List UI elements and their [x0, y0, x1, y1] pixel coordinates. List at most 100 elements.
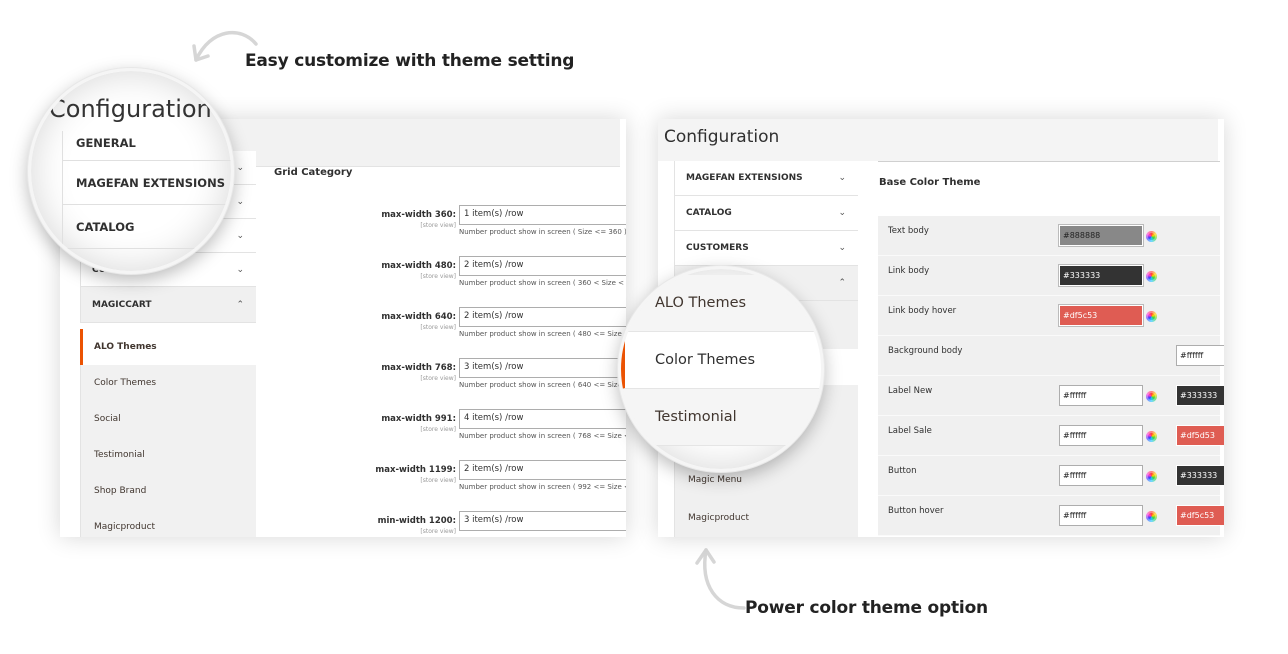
color-value-input[interactable]: #ffffff	[1176, 345, 1224, 366]
scope-label: [store view]	[420, 528, 456, 535]
chevron-up-icon: ⌃	[236, 299, 244, 310]
scope-label: [store view]	[420, 222, 456, 229]
field-note: Number product show in screen ( 480 <= S…	[459, 330, 626, 338]
field-note: Number product show in screen ( 640 <= S…	[459, 381, 626, 389]
color-setting-row: Background body #ffffff	[878, 336, 1224, 376]
nav-group-catalog[interactable]: CATALOG⌄	[674, 196, 858, 231]
chevron-down-icon: ⌄	[838, 173, 846, 183]
color-value-input[interactable]: #ffffff	[1059, 425, 1143, 446]
color-picker-icon[interactable]	[1146, 271, 1157, 282]
nav-item-alo-themes[interactable]: ALO Themes	[80, 329, 256, 365]
color-value-input[interactable]: #333333	[1176, 465, 1224, 486]
field-label: max-width 768:	[381, 363, 456, 373]
field-note: Number product show in screen ( Size <= …	[459, 228, 626, 236]
scope-label: [store view]	[420, 324, 456, 331]
field-note: Number product show in screen ( 768 <= S…	[459, 432, 626, 440]
nav-group-magefan-extensions[interactable]: MAGEFAN EXTENSIONS⌄	[674, 161, 858, 196]
magnified-nav-item-alo-themes: ALO Themes	[621, 275, 821, 332]
color-setting-row: Text body #888888	[878, 216, 1220, 256]
color-picker-icon[interactable]	[1146, 231, 1157, 242]
nav-item-color-themes[interactable]: Color Themes	[80, 365, 256, 401]
color-picker-icon[interactable]	[1146, 471, 1157, 482]
nav-item-magicproduct[interactable]: Magicproduct	[675, 499, 858, 537]
nav-item-testimonial[interactable]: Testimonial	[80, 437, 256, 473]
color-value-input[interactable]: #df5c53	[1176, 505, 1224, 526]
nav-item-shop-brand[interactable]: Shop Brand	[80, 473, 256, 509]
color-value-input[interactable]: #333333	[1176, 385, 1224, 406]
items-per-row-select[interactable]: 2 item(s) /row	[459, 256, 626, 276]
items-per-row-select[interactable]: 3 item(s) /row	[459, 358, 626, 378]
grid-row: max-width 640: [store view] 2 item(s) /r…	[274, 307, 626, 352]
color-setting-label: Text body	[888, 226, 929, 236]
scope-label: [store view]	[420, 477, 456, 484]
chevron-down-icon: ⌄	[236, 264, 244, 275]
nav-item-social[interactable]: Social	[80, 401, 256, 437]
color-picker-icon[interactable]	[1146, 431, 1157, 442]
color-settings-table: Text body #888888 Link body #333333 Link bod…	[878, 216, 1224, 536]
items-per-row-select[interactable]: 4 item(s) /row	[459, 409, 626, 429]
color-picker-icon[interactable]	[1146, 511, 1157, 522]
color-setting-row: Link body #333333	[878, 256, 1220, 296]
magnified-page-title: Configuration	[49, 95, 212, 123]
color-setting-row: Button #ffffff #333333	[878, 456, 1224, 496]
color-value-input[interactable]: #df5c53	[1059, 305, 1143, 326]
color-picker-icon[interactable]	[1146, 391, 1157, 402]
page-title: Configuration	[664, 127, 780, 147]
color-value-input[interactable]: #888888	[1059, 225, 1143, 246]
color-value-input[interactable]: #df5d53	[1176, 425, 1224, 446]
grid-row: max-width 360: [store view] 1 item(s) /r…	[274, 205, 626, 250]
feature-caption-bottom: Power color theme option	[745, 598, 988, 618]
color-value-input[interactable]: #ffffff	[1059, 505, 1143, 526]
chevron-down-icon: ⌄	[236, 162, 244, 173]
field-note: Number product show in screen ( 360 < Si…	[459, 279, 625, 287]
color-picker-icon[interactable]	[1146, 311, 1157, 322]
feature-caption-top: Easy customize with theme setting	[245, 51, 575, 71]
items-per-row-select[interactable]: 1 item(s) /row	[459, 205, 626, 225]
color-setting-row: Button hover #ffffff #df5c53	[878, 496, 1224, 536]
color-setting-row: Label New #ffffff #333333	[878, 376, 1224, 416]
color-setting-row: Label Sale #ffffff #df5d53	[878, 416, 1224, 456]
magnified-sidebar: ALO Themes Color Themes Testimonial	[621, 275, 821, 446]
page-header: Configuration	[658, 119, 1218, 161]
chevron-down-icon: ⌄	[236, 230, 244, 241]
items-per-row-select[interactable]: 2 item(s) /row	[459, 460, 626, 480]
field-label: min-width 1200:	[377, 516, 456, 526]
color-value-input[interactable]: #333333	[1059, 265, 1143, 286]
nav-item-magicproduct[interactable]: Magicproduct	[80, 509, 256, 537]
magnified-nav-group-general: GENERAL	[62, 131, 231, 161]
field-label: max-width 360:	[381, 210, 456, 220]
color-setting-label: Label Sale	[888, 426, 932, 436]
divider	[878, 161, 1220, 162]
chevron-down-icon: ⌄	[838, 208, 846, 218]
field-label: max-width 640:	[381, 312, 456, 322]
field-label: max-width 1199:	[375, 465, 456, 475]
scope-label: [store view]	[420, 375, 456, 382]
magnifier-config-nav: Configuration GENERAL MAGEFAN EXTENSIONS…	[28, 68, 234, 274]
color-setting-label: Link body	[888, 266, 930, 276]
items-per-row-select[interactable]: 3 item(s) /row	[459, 511, 626, 531]
scope-label: [store view]	[420, 273, 456, 280]
magnified-nav-group-magefan-extensions: MAGEFAN EXTENSIONS	[62, 161, 231, 205]
grid-row: max-width 768: [store view] 3 item(s) /r…	[274, 358, 626, 403]
color-setting-label: Label New	[888, 386, 933, 396]
section-title: Grid Category	[274, 167, 353, 178]
magnified-nav-group-catalog: CATALOG	[62, 205, 231, 249]
magnified-sidebar: GENERAL MAGEFAN EXTENSIONS CATALOG	[62, 131, 231, 249]
color-value-input[interactable]: #ffffff	[1059, 465, 1143, 486]
scope-label: [store view]	[420, 426, 456, 433]
nav-group-customers[interactable]: CUSTOMERS⌄	[674, 231, 858, 266]
grid-row: max-width 1199: [store view] 2 item(s) /…	[274, 460, 626, 505]
grid-row: min-width 1200: [store view] 3 item(s) /…	[274, 511, 626, 537]
color-setting-row: Link body hover #df5c53	[878, 296, 1220, 336]
color-setting-label: Link body hover	[888, 306, 957, 316]
grid-row: max-width 480: [store view] 2 item(s) /r…	[274, 256, 626, 301]
chevron-down-icon: ⌄	[236, 196, 244, 207]
color-setting-label: Button	[888, 466, 917, 476]
color-setting-label: Button hover	[888, 506, 944, 516]
chevron-down-icon: ⌄	[838, 243, 846, 253]
nav-group-magiccart[interactable]: MAGICCART ⌃	[80, 287, 256, 323]
section-title: Base Color Theme	[879, 177, 981, 188]
color-value-input[interactable]: #ffffff	[1059, 385, 1143, 406]
magnified-nav-item-testimonial: Testimonial	[621, 389, 821, 446]
items-per-row-select[interactable]: 2 item(s) /row	[459, 307, 626, 327]
